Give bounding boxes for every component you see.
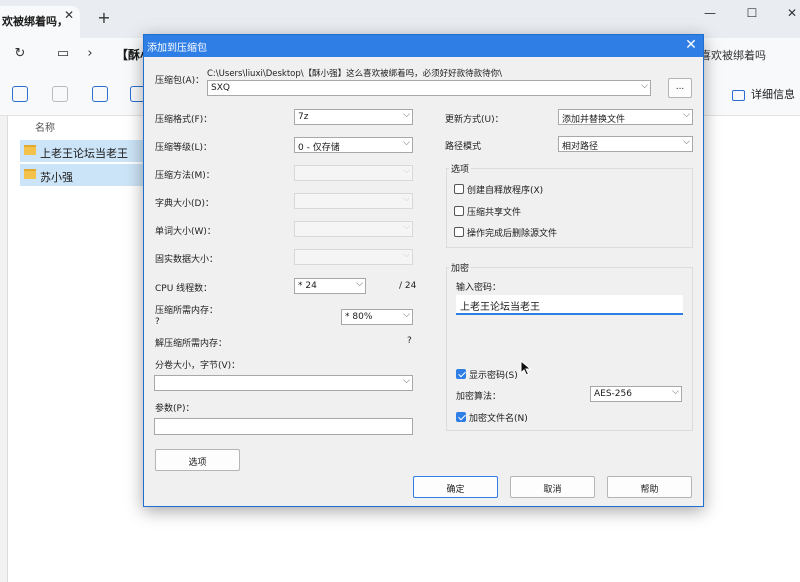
dialog-title: 添加到压缩包 <box>147 43 207 54</box>
tab-bar: 欢被绑着吗， ✕ + — ☐ ✕ <box>0 0 800 38</box>
word-label: 单词大小(W)： <box>155 227 216 237</box>
encryption-group-title: 加密 <box>449 261 472 274</box>
archive-label: 压缩包(A)： <box>155 76 205 86</box>
checkbox-icon <box>454 184 464 194</box>
chevron-right-icon[interactable]: › <box>82 46 98 62</box>
dialog-titlebar: 添加到压缩包 <box>144 35 703 57</box>
chevron-down-icon: ⌵ <box>683 137 690 147</box>
list-item[interactable]: 苏小强 <box>20 164 145 186</box>
chevron-down-icon: ⌵ <box>403 166 410 176</box>
decomp-question: ? <box>407 336 412 346</box>
checkbox-icon <box>454 227 464 237</box>
shared-checkbox[interactable]: 压缩共享文件 <box>454 205 521 218</box>
close-window-icon[interactable]: ✕ <box>782 6 800 22</box>
enter-password-label: 输入密码： <box>456 283 502 293</box>
chevron-down-icon: ⌵ <box>641 81 648 91</box>
chevron-down-icon: ⌵ <box>356 279 363 289</box>
archive-path: C:\Users\liuxi\Desktop\【酥小强】这么喜欢被绑着吗，必须好… <box>207 69 502 79</box>
cpu-select[interactable]: * 24 ⌵ <box>294 278 366 294</box>
params-input[interactable] <box>154 418 413 435</box>
details-pane-icon <box>732 89 745 101</box>
checkbox-checked-icon <box>456 369 466 379</box>
enc-method-select[interactable]: AES-256 ⌵ <box>590 386 682 402</box>
dict-label: 字典大小(D)： <box>155 199 214 209</box>
mem-select[interactable]: * 80% ⌵ <box>341 309 413 325</box>
cpu-label: CPU 线程数： <box>155 284 213 294</box>
sfx-checkbox[interactable]: 创建自释放程序(X) <box>454 183 543 196</box>
chevron-down-icon: ⌵ <box>403 138 410 148</box>
paste-icon[interactable] <box>52 86 68 102</box>
folder-icon <box>24 169 36 179</box>
chevron-down-icon: ⌵ <box>403 222 410 232</box>
format-select[interactable]: 7z ⌵ <box>294 109 413 125</box>
params-label: 参数(P)： <box>155 404 195 414</box>
tab-close-icon[interactable]: ✕ <box>62 8 76 22</box>
refresh-icon[interactable]: ↻ <box>12 46 28 62</box>
folder-icon <box>24 145 36 155</box>
checkbox-checked-icon <box>456 412 466 422</box>
add-to-archive-dialog: 添加到压缩包 ✕ 压缩包(A)： C:\Users\liuxi\Desktop\… <box>143 34 704 507</box>
computer-icon[interactable]: ▭ <box>55 46 71 62</box>
path-mode-label: 路径模式 <box>445 142 482 152</box>
browse-button[interactable]: ... <box>668 78 692 98</box>
tab-title: 欢被绑着吗， <box>2 15 68 28</box>
cancel-button[interactable]: 取消 <box>510 476 595 498</box>
column-header-name[interactable]: 名称 <box>35 119 55 134</box>
list-item[interactable]: 上老王论坛当老王 <box>20 140 145 162</box>
checkbox-icon <box>454 206 464 216</box>
copy-icon[interactable] <box>12 86 28 102</box>
address-tail: 喜欢被绑着吗 <box>700 49 766 62</box>
volume-select[interactable]: ⌵ <box>154 375 413 391</box>
enc-method-label: 加密算法： <box>456 392 502 402</box>
password-input[interactable]: 上老王论坛当老王 <box>456 295 683 315</box>
chevron-down-icon: ⌵ <box>403 194 410 204</box>
method-select[interactable]: ⌵ <box>294 165 413 181</box>
mouse-cursor-icon <box>520 360 532 376</box>
volume-label: 分卷大小，字节(V)： <box>155 361 241 371</box>
dict-select[interactable]: ⌵ <box>294 193 413 209</box>
level-select[interactable]: 0 - 仅存储 ⌵ <box>294 137 413 153</box>
update-select[interactable]: 添加并替换文件 ⌵ <box>558 109 693 125</box>
chevron-down-icon: ⌵ <box>403 110 410 120</box>
details-button[interactable]: 详细信息 <box>732 86 795 102</box>
chevron-down-icon: ⌵ <box>403 250 410 260</box>
options-button[interactable]: 选项 <box>155 449 240 471</box>
maximize-icon[interactable]: ☐ <box>742 6 762 22</box>
chevron-down-icon: ⌵ <box>403 376 410 386</box>
options-group-title: 选项 <box>449 162 472 175</box>
solid-select[interactable]: ⌵ <box>294 249 413 265</box>
path-mode-select[interactable]: 相对路径 ⌵ <box>558 136 693 152</box>
rename-icon[interactable] <box>92 86 108 102</box>
show-password-checkbox[interactable]: 显示密码(S) <box>456 368 518 381</box>
help-button[interactable]: 帮助 <box>607 476 692 498</box>
decomp-label: 解压缩所需内存： <box>155 339 228 349</box>
mem-question: ? <box>155 317 160 327</box>
minimize-icon[interactable]: — <box>700 6 720 22</box>
nav-pane-edge <box>0 116 8 582</box>
solid-label: 固实数据大小： <box>155 255 219 265</box>
new-tab-icon[interactable]: + <box>96 10 112 27</box>
chevron-down-icon: ⌵ <box>672 387 679 397</box>
archive-name-combo[interactable]: SXQ ⌵ <box>207 80 651 96</box>
format-label: 压缩格式(F)： <box>155 115 213 125</box>
level-label: 压缩等级(L)： <box>155 143 213 153</box>
cpu-total: / 24 <box>399 281 417 291</box>
word-select[interactable]: ⌵ <box>294 221 413 237</box>
update-label: 更新方式(U)： <box>445 115 504 125</box>
encrypt-names-checkbox[interactable]: 加密文件名(N) <box>456 411 528 424</box>
method-label: 压缩方法(M)： <box>155 171 215 181</box>
chevron-down-icon: ⌵ <box>403 310 410 320</box>
chevron-down-icon: ⌵ <box>683 110 690 120</box>
ok-button[interactable]: 确定 <box>413 476 498 498</box>
mem-label: 压缩所需内存： <box>155 306 219 316</box>
delete-source-checkbox[interactable]: 操作完成后删除源文件 <box>454 226 557 239</box>
dialog-close-icon[interactable]: ✕ <box>683 37 699 53</box>
